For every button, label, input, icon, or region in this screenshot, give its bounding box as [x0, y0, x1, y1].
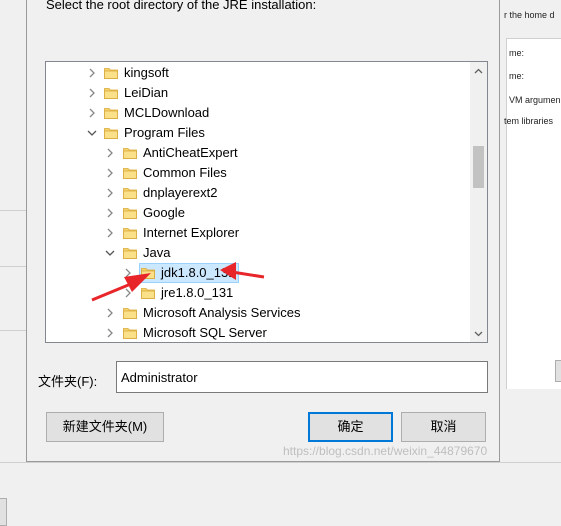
scroll-up-button[interactable]	[470, 62, 487, 79]
folder-icon	[123, 206, 137, 220]
tree-item-label: Java	[143, 245, 171, 260]
folder-icon	[141, 266, 155, 280]
tree-item[interactable]: Google	[46, 203, 466, 223]
folder-icon	[141, 286, 155, 300]
folder-field-label: 文件夹(F):	[38, 374, 98, 389]
tree-item-label: Program Files	[124, 125, 205, 140]
tree-item-label: LeiDian	[124, 85, 169, 100]
chevron-right-icon[interactable]	[86, 103, 98, 123]
chevron-right-icon[interactable]	[104, 163, 116, 183]
divider	[0, 210, 26, 211]
tree-item-label: Microsoft Analysis Services	[143, 305, 301, 320]
cancel-button[interactable]: 取消	[401, 412, 486, 442]
ok-button[interactable]: 确定	[308, 412, 393, 442]
tree-item-label: Common Files	[143, 165, 227, 180]
chevron-down-icon[interactable]	[104, 243, 116, 263]
folder-tree[interactable]: Microsoft SQL Server Microsoft Analysis S…	[45, 61, 488, 343]
folder-input[interactable]	[116, 361, 488, 393]
tree-item[interactable]: LeiDian	[46, 83, 466, 103]
folder-icon	[123, 246, 137, 260]
background-window: r the home d me: me: VM argumen tem libr…	[500, 0, 561, 471]
tree-item[interactable]: dnplayerext2	[46, 183, 466, 203]
tree-item[interactable]: kingsoft	[46, 63, 466, 83]
tree-item-label: jre1.8.0_131	[161, 285, 234, 300]
divider	[0, 330, 26, 331]
background-text: me:	[509, 48, 525, 58]
folder-icon	[123, 326, 137, 340]
tree-item[interactable]: Java	[46, 243, 466, 263]
chevron-right-icon[interactable]	[104, 323, 116, 342]
background-panel	[506, 38, 561, 389]
tree-item-label: AntiCheatExpert	[143, 145, 238, 160]
tree-item-label: jdk1.8.0_131	[161, 265, 236, 280]
chevron-right-icon[interactable]	[104, 143, 116, 163]
chevron-right-icon[interactable]	[86, 63, 98, 83]
chevron-up-icon	[474, 68, 483, 73]
tree-item[interactable]: AntiCheatExpert	[46, 143, 466, 163]
chevron-right-icon[interactable]	[104, 203, 116, 223]
tree-item-label: Internet Explorer	[143, 225, 240, 240]
folder-icon	[104, 66, 118, 80]
tree-item-label: MCLDownload	[124, 105, 210, 120]
background-button[interactable]	[555, 360, 561, 382]
chevron-right-icon[interactable]	[122, 263, 134, 283]
tree-item[interactable]: Common Files	[46, 163, 466, 183]
chevron-right-icon[interactable]	[86, 83, 98, 103]
folder-icon	[104, 126, 118, 140]
chevron-right-icon[interactable]	[104, 183, 116, 203]
tree-scrollbar[interactable]	[470, 62, 487, 342]
tree-item-label: Microsoft SQL Server	[143, 325, 267, 340]
folder-icon	[123, 306, 137, 320]
tree-item[interactable]: jre1.8.0_131	[46, 283, 466, 303]
folder-icon	[104, 106, 118, 120]
background-text: r the home d	[504, 10, 555, 20]
folder-icon	[123, 146, 137, 160]
tree-item[interactable]: jdk1.8.0_131	[46, 263, 466, 283]
tree-item-label: kingsoft	[124, 65, 169, 80]
new-folder-button[interactable]: 新建文件夹(M)	[46, 412, 164, 442]
chevron-down-icon[interactable]	[86, 123, 98, 143]
chevron-down-icon	[474, 331, 483, 336]
scroll-thumb[interactable]	[473, 146, 484, 188]
tree-item[interactable]: Internet Explorer	[46, 223, 466, 243]
folder-icon	[123, 226, 137, 240]
background-text: me:	[509, 71, 525, 81]
background-text: tem libraries	[504, 116, 554, 126]
divider	[0, 266, 26, 267]
chevron-right-icon[interactable]	[104, 223, 116, 243]
tree-item[interactable]: Microsoft SQL Server	[46, 323, 466, 342]
chevron-right-icon[interactable]	[122, 283, 134, 303]
folder-icon	[123, 186, 137, 200]
folder-icon	[123, 166, 137, 180]
browse-folder-dialog: Select the root directory of the JRE ins…	[26, 0, 500, 462]
background-text: VM argumen	[509, 95, 561, 105]
tree-item[interactable]: Program Files	[46, 123, 466, 143]
watermark: https://blog.csdn.net/weixin_44879670	[283, 444, 488, 458]
scroll-down-button[interactable]	[470, 325, 487, 342]
background-window-left	[0, 210, 26, 526]
chevron-right-icon[interactable]	[104, 303, 116, 323]
tree-item-label: dnplayerext2	[143, 185, 218, 200]
tree-item[interactable]: MCLDownload	[46, 103, 466, 123]
tree-item-label: Google	[143, 205, 185, 220]
tree-item[interactable]: Microsoft Analysis Services	[46, 303, 466, 323]
background-button[interactable]	[0, 498, 7, 526]
folder-icon	[104, 86, 118, 100]
dialog-prompt: Select the root directory of the JRE ins…	[46, 0, 317, 12]
